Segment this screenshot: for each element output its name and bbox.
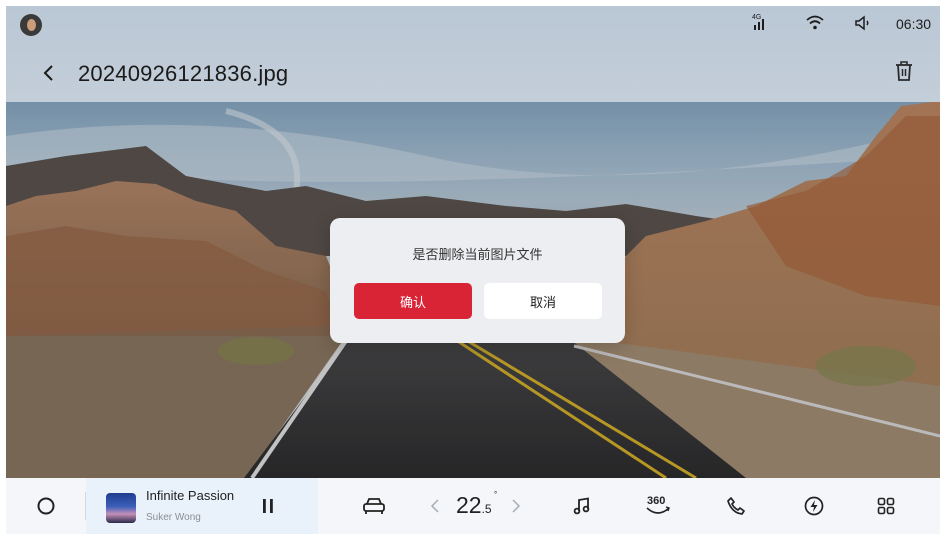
top-bar: 4G 06:30 20240926121836.jpg (6, 6, 940, 102)
home-circle-icon (37, 497, 55, 515)
track-title: Infinite Passion (146, 488, 235, 503)
cancel-button[interactable]: 取消 (484, 283, 602, 319)
apps-button[interactable] (868, 478, 904, 534)
network-label: 4G (752, 14, 762, 21)
camera-360-button[interactable]: 360 (638, 478, 678, 534)
dialog-message: 是否删除当前图片文件 (412, 248, 543, 263)
chevron-left-icon (430, 499, 439, 513)
avatar-face (27, 19, 36, 31)
avatar[interactable] (20, 14, 42, 36)
clock: 06:30 (896, 16, 932, 32)
temp-decrease-button[interactable] (428, 478, 442, 534)
phone-icon (727, 497, 745, 515)
back-arrow-icon[interactable] (42, 64, 56, 82)
temp-unit: ° (494, 490, 498, 499)
temperature-display: 22.5 ° (456, 490, 497, 520)
delete-confirm-dialog: 是否删除当前图片文件 确认 取消 (330, 218, 625, 343)
car-icon (363, 498, 385, 514)
trash-icon[interactable] (894, 60, 914, 82)
camera-360-icon: 360 (643, 495, 673, 517)
energy-button[interactable] (796, 478, 832, 534)
phone-button[interactable] (718, 478, 754, 534)
volume-icon[interactable] (854, 14, 872, 32)
temp-integer: 22 (456, 492, 482, 518)
wifi-icon (806, 15, 824, 30)
album-art[interactable] (106, 493, 136, 523)
music-note-icon (573, 497, 590, 515)
screen: 4G 06:30 20240926121836.jpg 是否删除当前图片文件 确… (6, 6, 940, 534)
file-title: 20240926121836.jpg (78, 61, 289, 86)
pause-icon (263, 499, 273, 513)
lightning-icon (804, 496, 824, 516)
track-artist: Suker Wong (146, 512, 201, 523)
chevron-right-icon (512, 499, 521, 513)
pause-button[interactable] (258, 496, 278, 516)
confirm-button[interactable]: 确认 (354, 283, 472, 319)
vehicle-button[interactable] (356, 478, 392, 534)
media-widget[interactable]: Infinite Passion Suker Wong (86, 478, 318, 534)
apps-grid-icon (877, 497, 895, 515)
bottom-dock: Infinite Passion Suker Wong 22.5 ° 360 (6, 478, 940, 534)
temp-increase-button[interactable] (509, 478, 523, 534)
signal-icon: 4G (752, 14, 774, 34)
temp-decimal: .5 (481, 502, 492, 516)
home-button[interactable] (28, 478, 64, 534)
music-button[interactable] (564, 478, 600, 534)
